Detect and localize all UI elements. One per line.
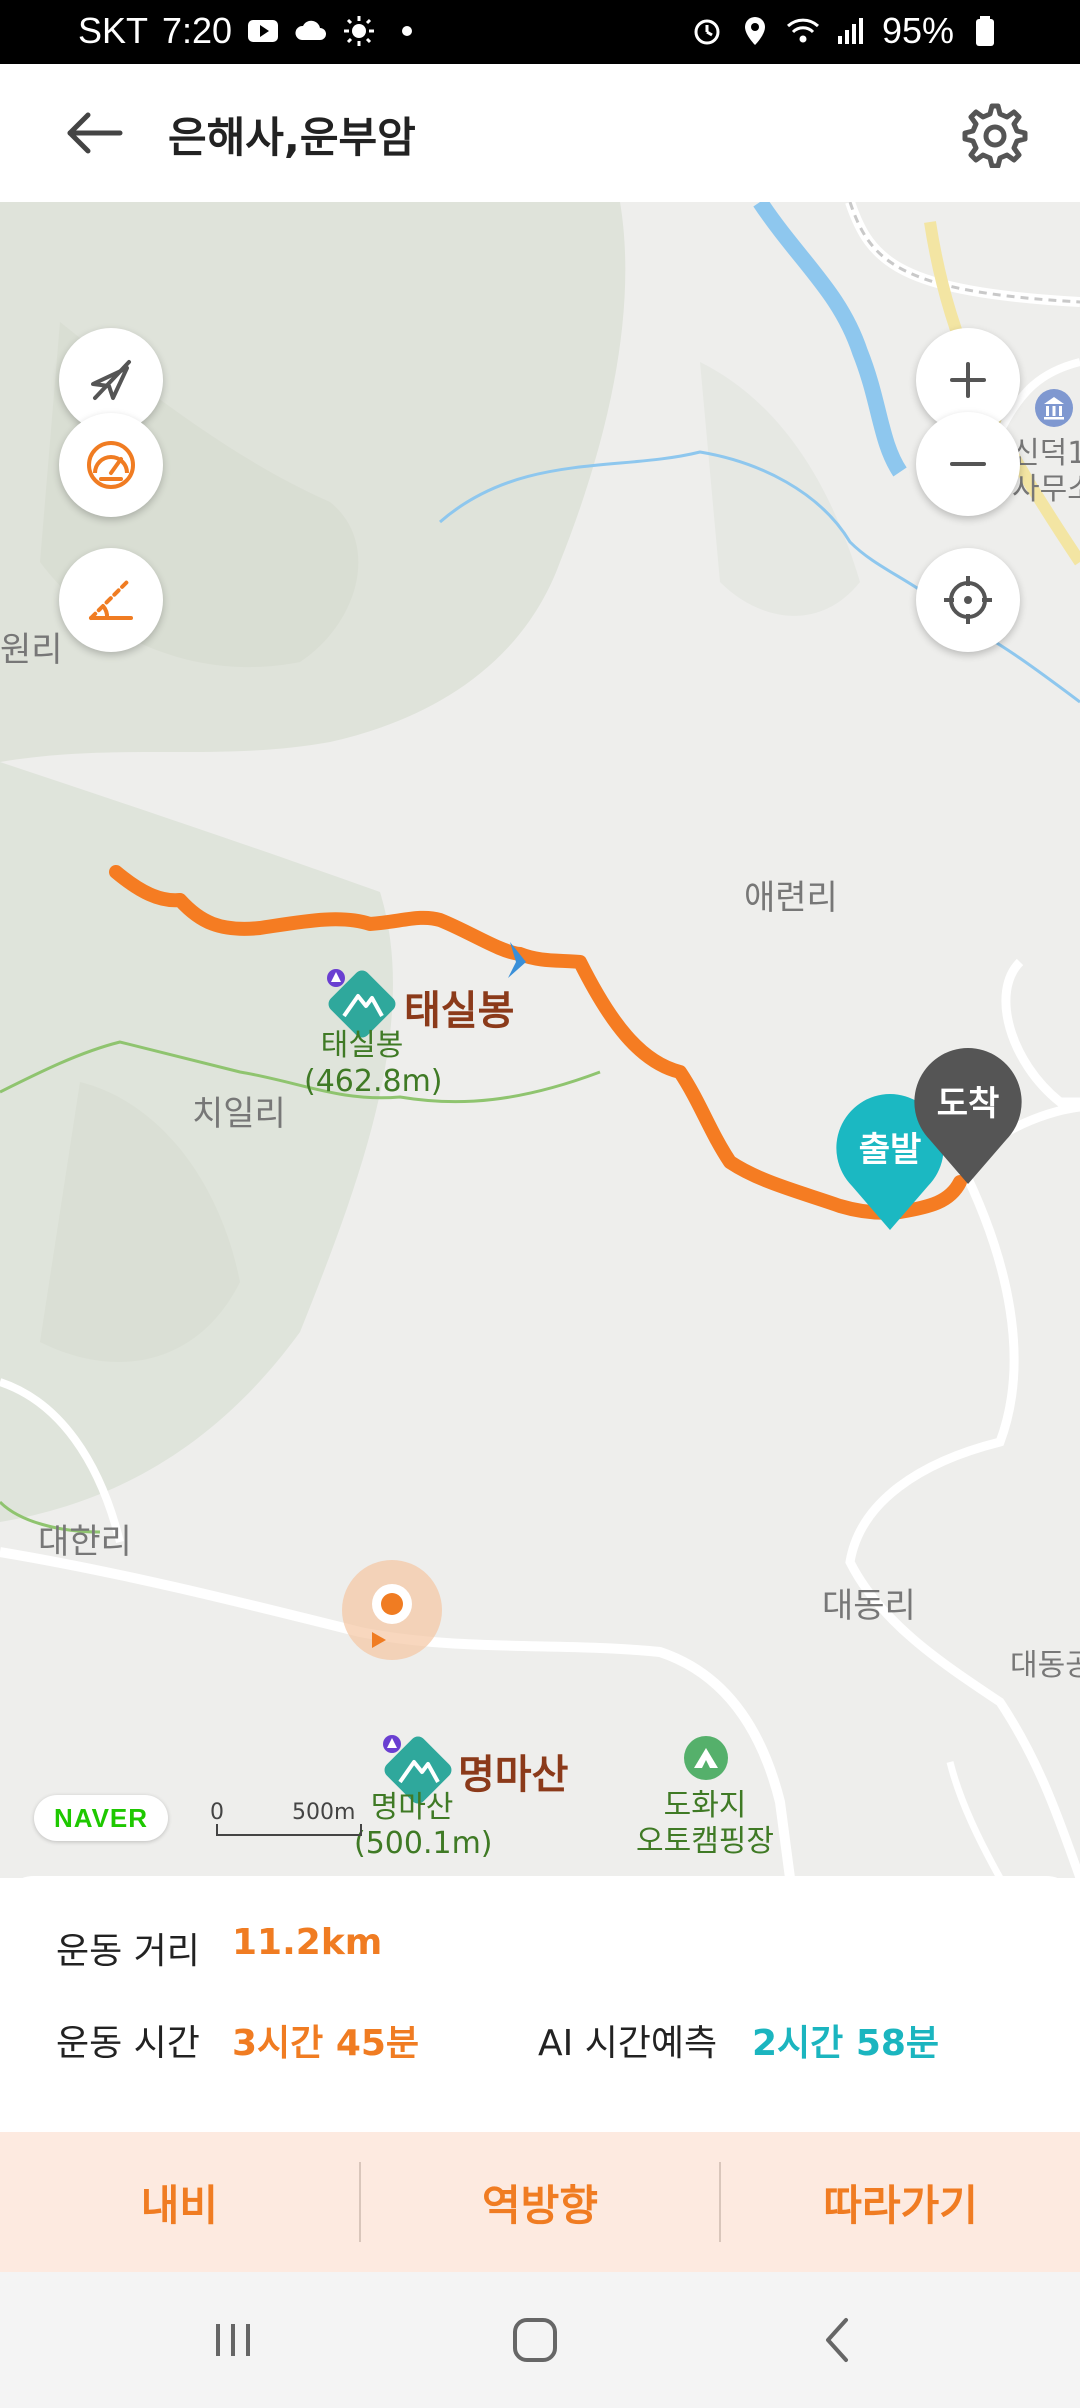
- arrival-marker[interactable]: 도착: [910, 1044, 1026, 1194]
- dot-icon: [402, 26, 413, 36]
- scale-distance: 500m: [292, 1800, 356, 1825]
- navi-button[interactable]: 내비: [0, 2172, 359, 2233]
- recent-apps-icon[interactable]: [198, 2310, 268, 2370]
- museum-icon: [1035, 389, 1073, 427]
- gear-icon[interactable]: [960, 98, 1030, 168]
- peak-elevation: (462.8m): [304, 1064, 443, 1099]
- time-value: 3시간 45분: [232, 2023, 420, 2064]
- speed-button[interactable]: [59, 413, 163, 517]
- zoom-out-icon: [950, 462, 986, 466]
- peak-label-myeongmasan: 명마산 (500.1m): [354, 1790, 493, 1862]
- app-bar: 은해사,운부암: [0, 64, 1080, 202]
- system-nav-bar: [0, 2272, 1080, 2408]
- map-label-daedong: 대동리: [822, 1586, 916, 1626]
- slope-icon: [89, 580, 133, 620]
- speedometer-icon: [87, 441, 135, 489]
- campsite-name-line2: 오토캠핑장: [636, 1824, 774, 1859]
- map-label-won: 원리: [0, 630, 63, 670]
- battery-percent: 95%: [881, 10, 954, 51]
- location-icon: [744, 17, 765, 45]
- arrival-pin-text: 도착: [936, 1084, 1000, 1124]
- alarm-icon: [694, 19, 720, 45]
- status-bar: SKT 7:20 95%: [0, 0, 1080, 64]
- peak-elevation: (500.1m): [354, 1826, 493, 1861]
- scale-bar: 0 500m: [210, 1800, 362, 1840]
- map-label-chiil: 치일리: [192, 1094, 286, 1134]
- peak-label-text: 명마산: [370, 1790, 454, 1825]
- back-icon[interactable]: [804, 2310, 874, 2370]
- peak-label-text: 태실봉: [320, 1028, 404, 1063]
- home-icon[interactable]: [500, 2310, 570, 2370]
- peak-name-taesilbong[interactable]: 태실봉: [404, 978, 514, 1036]
- youtube-icon: [248, 20, 279, 42]
- arrow-left-icon[interactable]: [60, 98, 130, 168]
- current-location-icon: [342, 1560, 442, 1660]
- campsite-label: 도화지 오토캠핑장: [630, 1788, 780, 1860]
- distance-label: 운동 거리: [56, 1931, 200, 1972]
- zoom-in-icon: [950, 362, 986, 398]
- map-view[interactable]: 애련리 치일리 대한리 대동리 원리 신덕1 사무소 대동공 태실봉 태실봉 (…: [0, 202, 1080, 1878]
- zoom-out-button[interactable]: [916, 412, 1020, 516]
- ai-estimate-label: AI 시간예측: [538, 2023, 718, 2064]
- campsite-icon[interactable]: [682, 1734, 730, 1782]
- signal-icon: [837, 18, 863, 44]
- stats-panel: 운동 거리 11.2km 운동 시간 3시간 45분 AI 시간예측 2시간 5…: [0, 1876, 1080, 2134]
- campsite-name-line1: 도화지: [663, 1788, 747, 1823]
- scale-zero: 0: [210, 1800, 224, 1825]
- peak-name-myeongmasan[interactable]: 명마산: [458, 1742, 568, 1800]
- page-title: 은해사,운부암: [168, 113, 416, 162]
- cloud-icon: [295, 20, 327, 40]
- ai-estimate-value: 2시간 58분: [752, 2023, 940, 2064]
- map-label-daehan: 대한리: [38, 1522, 132, 1562]
- naver-logo: NAVER: [34, 1795, 168, 1841]
- distance-value: 11.2km: [232, 1922, 383, 1963]
- follow-button[interactable]: 따라가기: [721, 2172, 1080, 2233]
- map-label-samuso: 사무소: [1012, 472, 1080, 507]
- map-label-aeryeon: 애련리: [744, 878, 838, 918]
- reverse-button[interactable]: 역방향: [361, 2172, 720, 2233]
- time-label: 운동 시간: [56, 2023, 200, 2064]
- scale-line: [216, 1824, 362, 1836]
- sun-icon: [344, 16, 375, 46]
- locate-button[interactable]: [916, 548, 1020, 652]
- peak-label-taesilbong: 태실봉 (462.8m): [304, 1028, 443, 1100]
- slope-button[interactable]: [59, 548, 163, 652]
- battery-icon: [976, 16, 994, 46]
- compass-off-icon: [91, 360, 131, 400]
- action-bar: 내비 역방향 따라가기: [0, 2132, 1080, 2272]
- wifi-icon: [786, 18, 819, 43]
- clock-text: 7:20: [162, 10, 233, 51]
- map-label-daedong-edge: 대동공: [1010, 1648, 1080, 1683]
- locate-icon: [944, 576, 992, 624]
- carrier-text: SKT: [78, 10, 149, 51]
